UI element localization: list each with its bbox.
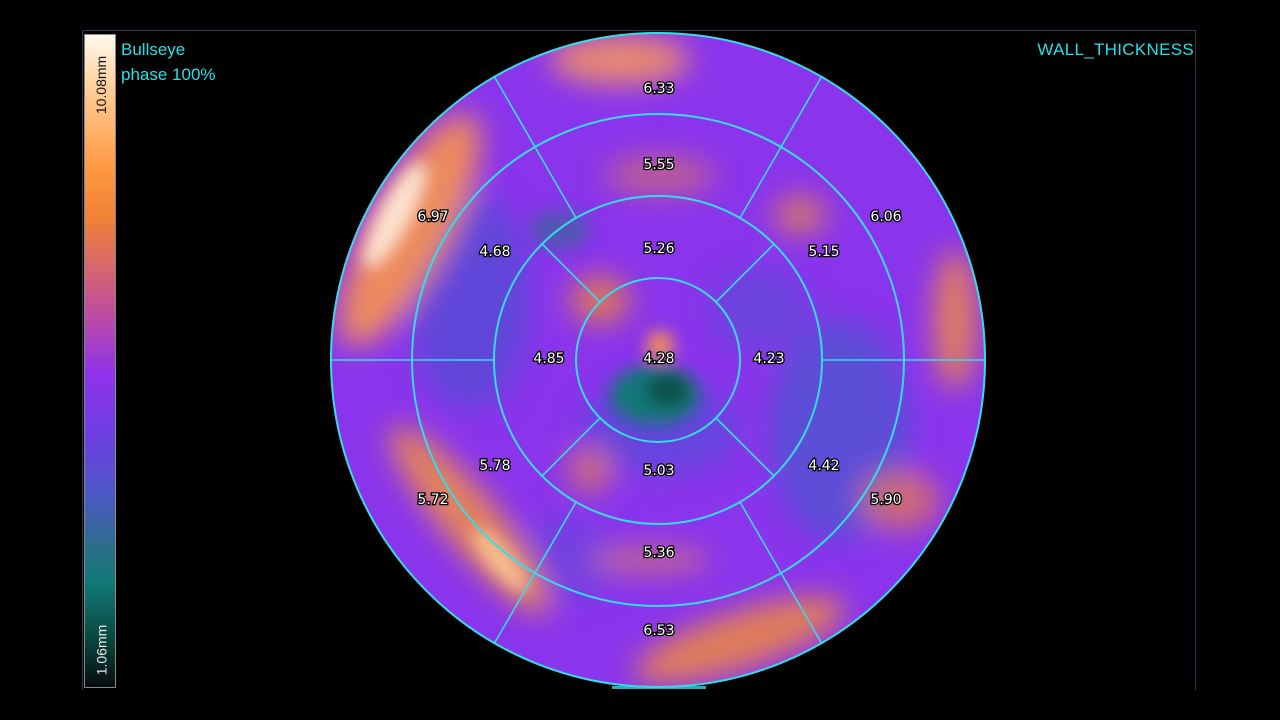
segment-basal-anterior-value: 6.33 [643, 81, 674, 97]
segment-mid-inferoseptal-value: 5.78 [479, 458, 510, 474]
segment-apical-septal-value: 4.85 [533, 351, 564, 367]
segment-apical-inferior-value: 5.03 [643, 463, 674, 479]
segment-mid-anteroseptal-value: 4.68 [479, 244, 510, 260]
segment-basal-inferolateral-value: 5.90 [870, 492, 901, 508]
segment-mid-anterolateral-value: 5.15 [808, 244, 839, 260]
segment-apical-lateral-value: 4.23 [753, 351, 784, 367]
segment-mid-inferior-value: 5.36 [643, 545, 674, 561]
bullseye-plot[interactable]: 6.33 6.06 5.90 6.53 5.72 6.97 5.55 5.15 … [0, 0, 1280, 720]
segment-basal-anteroseptal-value: 6.97 [417, 209, 448, 225]
segment-apical-anterior-value: 5.26 [643, 241, 674, 257]
segment-basal-anterolateral-value: 6.06 [870, 209, 901, 225]
segment-basal-inferoseptal-value: 5.72 [417, 492, 448, 508]
segment-mid-anterior-value: 5.55 [643, 157, 674, 173]
segment-basal-inferior-value: 6.53 [643, 623, 674, 639]
bottom-indicator [612, 686, 706, 689]
segment-mid-inferolateral-value: 4.42 [808, 458, 839, 474]
segment-apex-value: 4.28 [643, 351, 674, 367]
